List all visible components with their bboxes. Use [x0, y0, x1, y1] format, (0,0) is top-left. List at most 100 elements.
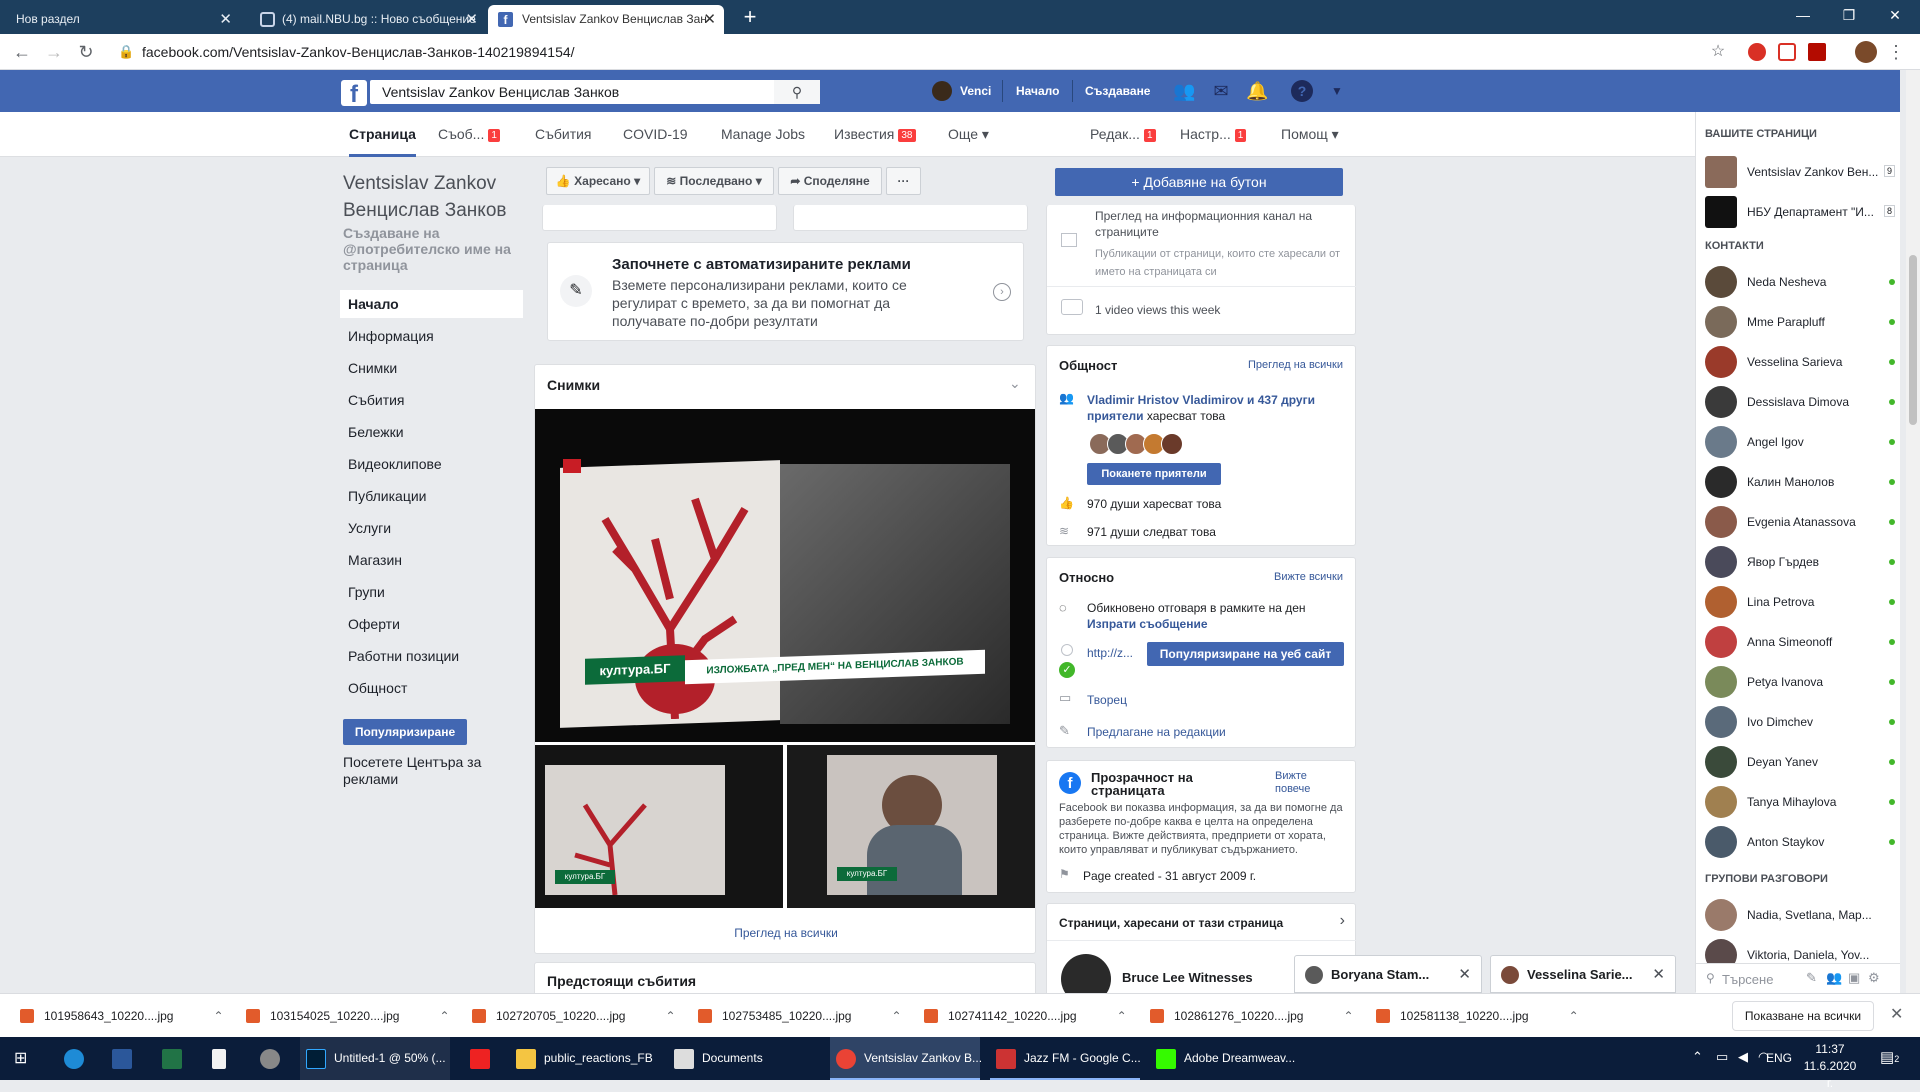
contact-item[interactable]: Dessislava Dimova	[1705, 382, 1895, 422]
add-button[interactable]: + Добавяне на бутон	[1055, 168, 1343, 196]
feed-title[interactable]: Преглед на информационния канал на стран…	[1095, 208, 1335, 240]
home-link[interactable]: Начало	[1016, 70, 1059, 112]
pdf-extension-icon[interactable]	[1808, 43, 1826, 61]
taskbar-app-chrome-active[interactable]: Ventsislav Zankov B...	[830, 1037, 982, 1080]
automated-ads-card[interactable]: ✎ Започнете с автоматизираните реклами В…	[547, 242, 1024, 341]
help-icon[interactable]: ?	[1291, 80, 1313, 102]
nav-jobs[interactable]: Работни позиции	[340, 642, 523, 670]
contact-item[interactable]: Mme Parapluff	[1705, 302, 1895, 342]
liked-button[interactable]: 👍 Харесано ▾	[546, 167, 650, 195]
chat-popup[interactable]: Boryana Stam... ✕	[1294, 955, 1482, 993]
close-icon[interactable]: ✕	[703, 5, 716, 34]
download-item[interactable]: 102720705_10220....jpg ⌃	[472, 994, 676, 1038]
chevron-down-icon[interactable]: ⌄	[1009, 375, 1021, 392]
nav-services[interactable]: Услуги	[340, 514, 523, 542]
promote-button[interactable]: Популяризиране	[343, 719, 467, 745]
see-all-link[interactable]: Вижте всички	[1274, 571, 1343, 583]
file-icon[interactable]	[212, 1049, 226, 1069]
compose-icon[interactable]: ✎	[1806, 970, 1817, 986]
contact-item[interactable]: Tanya Mihaylova	[1705, 782, 1895, 822]
see-all-link[interactable]: Преглед на всички	[1248, 359, 1343, 371]
forward-icon[interactable]: →	[42, 40, 66, 64]
profile-avatar[interactable]	[1855, 41, 1877, 63]
chevron-up-icon[interactable]: ⌃	[1692, 1049, 1703, 1065]
tab-manage-jobs[interactable]: Manage Jobs	[721, 112, 805, 157]
liked-pages-title[interactable]: Страници, харесани от тази страница	[1059, 916, 1283, 930]
following-button[interactable]: ≋ Последвано ▾	[654, 167, 774, 195]
ad-center-link[interactable]: Посетете Центъра за реклами	[343, 754, 503, 788]
excel-icon[interactable]	[162, 1049, 182, 1069]
tab-page[interactable]: Страница	[349, 112, 416, 157]
taskbar-app-chrome[interactable]: Jazz FM - Google C...	[990, 1037, 1141, 1080]
tab-help[interactable]: Помощ ▾	[1281, 112, 1339, 157]
chat-popup[interactable]: Vesselina Sarie... ✕	[1490, 955, 1676, 993]
chevron-up-icon[interactable]: ⌃	[665, 1009, 675, 1023]
url-field[interactable]: 🔒 facebook.com/Ventsislav-Zankov-Венцисл…	[110, 39, 1730, 65]
chevron-up-icon[interactable]: ⌃	[439, 1009, 449, 1023]
category-link[interactable]: Творец	[1087, 693, 1127, 707]
close-icon[interactable]: ✕	[1890, 1004, 1903, 1024]
download-item[interactable]: 103154025_10220....jpg ⌃	[246, 994, 450, 1038]
contact-item[interactable]: Deyan Yanev	[1705, 742, 1895, 782]
group-chat-item[interactable]: Nadia, Svetlana, Map...	[1705, 895, 1895, 935]
download-item[interactable]: 102581138_10220....jpg ⌃	[1376, 994, 1579, 1038]
nav-about[interactable]: Информация	[340, 322, 523, 350]
chevron-up-icon[interactable]: ⌃	[213, 1009, 223, 1023]
close-icon[interactable]: ✕	[465, 5, 478, 34]
menu-dots-icon[interactable]: ⋮	[1884, 40, 1908, 64]
chevron-down-icon[interactable]: ▼	[1326, 80, 1348, 102]
contact-item[interactable]: Angel Igov	[1705, 422, 1895, 462]
contact-item[interactable]: Evgenia Atanassova	[1705, 502, 1895, 542]
extension-icon[interactable]	[1748, 43, 1766, 61]
suggest-edits-link[interactable]: Предлагане на редакции	[1087, 725, 1226, 739]
clock[interactable]: 11:37 11.6.2020 г.	[1800, 1041, 1860, 1092]
chat-search-input[interactable]: Търсене	[1722, 972, 1773, 987]
share-button[interactable]: ➦ Споделяне	[778, 167, 882, 195]
contact-item[interactable]: Vesselina Sarieva	[1705, 342, 1895, 382]
notification-center-icon[interactable]: ▤2	[1880, 1048, 1899, 1066]
website-link[interactable]: http://z...	[1087, 646, 1133, 660]
close-icon[interactable]: ✕	[1458, 956, 1471, 994]
user-avatar[interactable]	[932, 81, 952, 101]
contact-item[interactable]: Lina Petrova	[1705, 582, 1895, 622]
notifications-icon[interactable]: 🔔	[1246, 80, 1268, 102]
chevron-up-icon[interactable]: ⌃	[1117, 1009, 1127, 1023]
nav-offers[interactable]: Оферти	[340, 610, 523, 638]
promote-website-button[interactable]: Популяризиране на уеб сайт	[1147, 642, 1344, 666]
friend-avatar[interactable]	[1161, 433, 1183, 455]
show-all-downloads-button[interactable]: Показване на всички	[1732, 1001, 1874, 1031]
browser-tab-active[interactable]: f Ventsislav Zankov Венцислав Зан ✕	[488, 5, 724, 34]
create-username-link[interactable]: Създаване на @потребителско име на стран…	[343, 225, 523, 273]
friend-requests-icon[interactable]: 👥	[1173, 80, 1195, 102]
download-item[interactable]: 102753485_10220....jpg ⌃	[698, 994, 902, 1038]
extension-icon[interactable]	[1778, 43, 1796, 61]
nav-groups[interactable]: Групи	[340, 578, 523, 606]
taskbar-app-dreamweaver[interactable]: Adobe Dreamweav...	[1150, 1037, 1300, 1080]
download-item[interactable]: 102861276_10220....jpg ⌃	[1150, 994, 1354, 1038]
send-message-link[interactable]: Изпрати съобщение	[1087, 617, 1208, 631]
volume-icon[interactable]: ◀	[1738, 1049, 1748, 1065]
tab-events[interactable]: Събития	[535, 112, 592, 157]
profile-link[interactable]: Venci	[960, 70, 991, 112]
download-item[interactable]: 101958643_10220....jpg ⌃	[20, 994, 224, 1038]
more-button[interactable]: ···	[886, 167, 921, 195]
contact-item[interactable]: Anna Simeonoff	[1705, 622, 1895, 662]
chevron-up-icon[interactable]: ⌃	[891, 1009, 901, 1023]
download-item[interactable]: 102741142_10220....jpg ⌃	[924, 994, 1127, 1038]
chevron-right-icon[interactable]: ›	[1340, 912, 1345, 930]
chevron-right-icon[interactable]: ›	[993, 283, 1011, 301]
photo-thumb[interactable]: култура.БГ	[535, 745, 783, 908]
see-more-link[interactable]: Вижте повече	[1275, 770, 1335, 796]
group-chat-item[interactable]: Viktoria, Daniela, Yov...	[1705, 935, 1895, 965]
video-icon[interactable]: ▣	[1848, 970, 1860, 986]
close-window-icon[interactable]: ✕	[1872, 0, 1918, 30]
nav-community[interactable]: Общност	[340, 674, 523, 702]
contact-item[interactable]: Neda Nesheva	[1705, 262, 1895, 302]
chevron-up-icon[interactable]: ⌃	[1343, 1009, 1353, 1023]
scrollbar[interactable]	[1906, 70, 1920, 993]
messenger-icon[interactable]: ✉	[1210, 80, 1232, 102]
sidebar-page-item[interactable]: Ventsislav Zankov Вен... 9	[1705, 152, 1895, 192]
taskbar-app-documents[interactable]: Documents	[668, 1037, 818, 1080]
nav-notes[interactable]: Бележки	[340, 418, 523, 446]
close-icon[interactable]: ✕	[219, 5, 232, 34]
